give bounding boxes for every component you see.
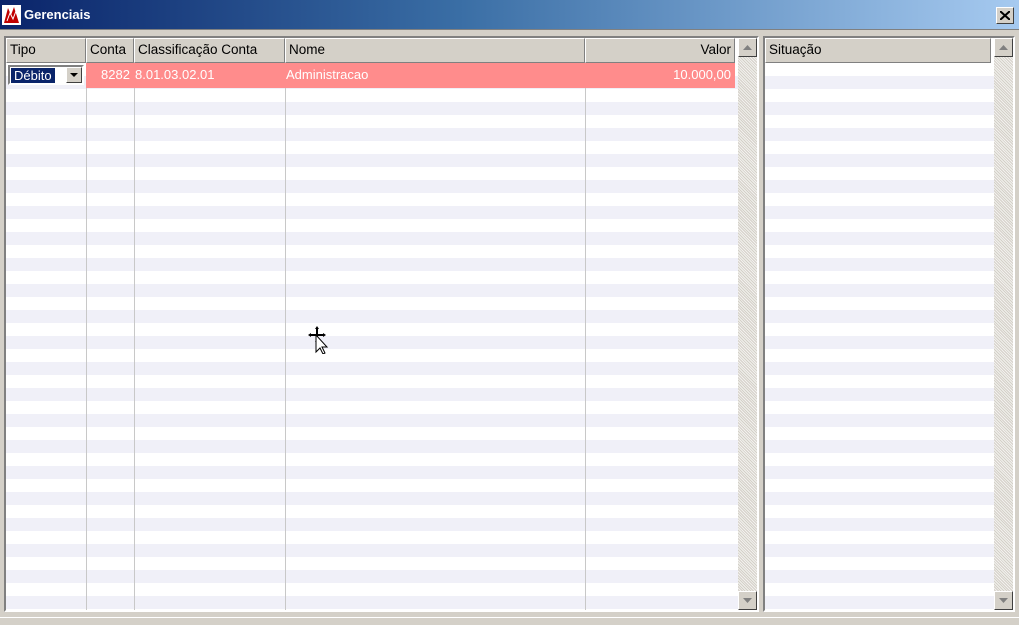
grid-header: Tipo Conta Classificação Conta Nome Valo… <box>6 38 735 63</box>
column-header-conta[interactable]: Conta <box>86 38 134 63</box>
window-title: Gerenciais <box>24 7 91 22</box>
vertical-scrollbar[interactable] <box>994 38 1013 610</box>
cell-nome: Administracao <box>286 67 369 82</box>
chevron-down-icon <box>70 73 78 77</box>
cell-conta: 8282 <box>101 67 130 82</box>
table-row[interactable]: Débito 8282 8.01.03.02.01 Administracao … <box>6 63 735 88</box>
grid-rows-area[interactable] <box>765 63 1013 610</box>
vertical-scrollbar[interactable] <box>738 38 757 610</box>
column-header-classificacao[interactable]: Classificação Conta <box>134 38 285 63</box>
column-header-situacao[interactable]: Situação <box>765 38 991 63</box>
grid-header: Situação <box>765 38 991 63</box>
move-cursor-icon <box>308 326 329 354</box>
column-header-valor[interactable]: Valor <box>585 38 735 63</box>
scroll-down-button[interactable] <box>738 591 757 610</box>
close-icon <box>1000 11 1010 20</box>
window-titlebar[interactable]: Gerenciais <box>0 0 1019 30</box>
cell-valor: 10.000,00 <box>673 67 731 82</box>
accounts-grid[interactable]: Tipo Conta Classificação Conta Nome Valo… <box>4 36 759 612</box>
dropdown-button[interactable] <box>66 67 82 83</box>
scroll-up-button[interactable] <box>738 38 757 57</box>
tipo-selected-value: Débito <box>11 68 55 83</box>
column-header-nome[interactable]: Nome <box>285 38 585 63</box>
app-logo-icon <box>2 5 21 25</box>
column-header-tipo[interactable]: Tipo <box>6 38 86 63</box>
column-divider <box>285 63 286 610</box>
column-divider <box>134 63 135 610</box>
arrow-down-icon <box>743 598 752 603</box>
arrow-down-icon <box>999 598 1008 603</box>
arrow-up-icon <box>999 45 1008 50</box>
tipo-dropdown[interactable]: Débito <box>8 65 84 85</box>
arrow-up-icon <box>743 45 752 50</box>
column-divider <box>585 63 586 610</box>
column-divider <box>86 63 87 610</box>
grid-rows-area[interactable] <box>6 63 757 610</box>
scroll-down-button[interactable] <box>994 591 1013 610</box>
scroll-up-button[interactable] <box>994 38 1013 57</box>
close-button[interactable] <box>996 7 1014 24</box>
cell-classificacao: 8.01.03.02.01 <box>135 67 215 82</box>
situacao-grid[interactable]: Situação <box>763 36 1015 612</box>
